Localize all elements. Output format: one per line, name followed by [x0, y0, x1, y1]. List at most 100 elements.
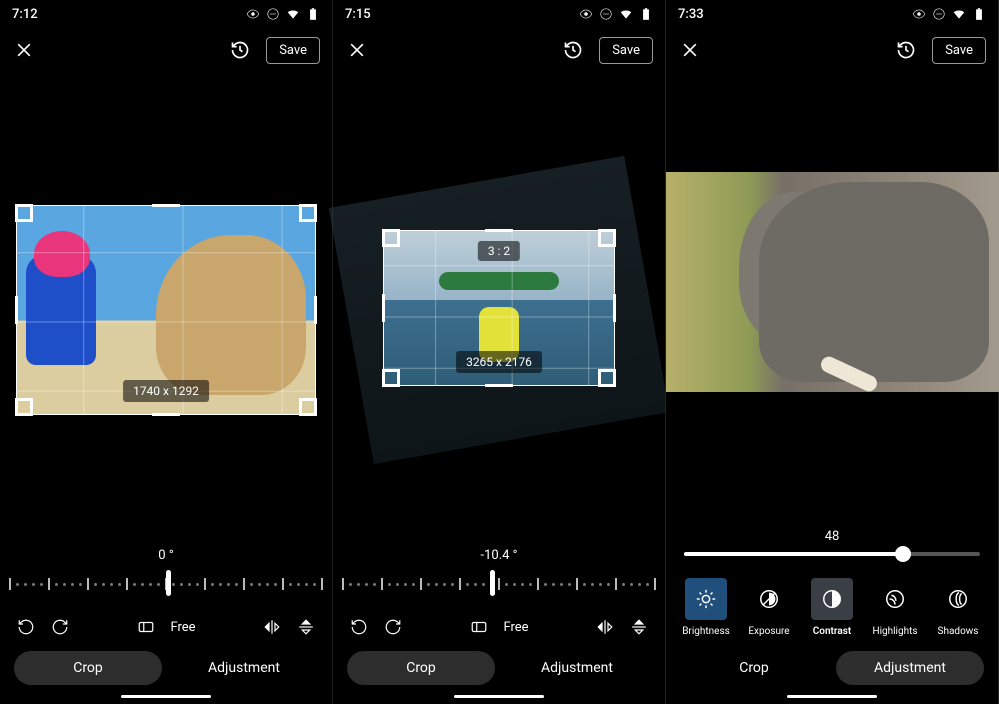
chip-label: Highlights [872, 626, 917, 637]
chip-label: Shadows [938, 626, 979, 637]
rotate-cw-button[interactable] [383, 617, 403, 637]
flip-h-icon [263, 618, 281, 636]
close-icon [347, 40, 367, 60]
mode-tabs: Crop Adjustment [0, 641, 332, 691]
home-indicator [787, 695, 877, 698]
chip-label: Brightness [682, 626, 730, 637]
aspect-ratio-button[interactable] [136, 617, 156, 637]
flip-horizontal-button[interactable] [262, 617, 282, 637]
chip-brightness[interactable]: Brightness [676, 578, 736, 637]
crop-handle-tr[interactable] [299, 204, 317, 222]
rotation-ruler[interactable] [14, 567, 318, 601]
crop-handle-br[interactable] [299, 398, 317, 416]
rotation-value: -10.4 ° [347, 548, 651, 563]
wifi-icon [619, 7, 633, 21]
crop-handle-left[interactable] [382, 294, 385, 322]
crop-handle-right[interactable] [613, 294, 616, 322]
chip-shadows[interactable]: Shadows [928, 578, 988, 637]
chip-highlights[interactable]: Highlights [865, 578, 925, 637]
history-icon [230, 40, 250, 60]
slider-fill [684, 552, 903, 556]
editor-header: Save [333, 28, 665, 72]
home-indicator [454, 695, 544, 698]
rotate-ccw-icon [17, 618, 35, 636]
dnd-icon [932, 7, 946, 21]
close-button[interactable] [678, 38, 702, 62]
tab-adjustment[interactable]: Adjustment [170, 651, 318, 685]
flip-v-icon [297, 618, 315, 636]
rotate-ccw-button[interactable] [349, 617, 369, 637]
home-indicator [121, 695, 211, 698]
crop-handle-bl[interactable] [382, 369, 400, 387]
crop-handle-left[interactable] [15, 296, 18, 324]
flip-vertical-button[interactable] [296, 617, 316, 637]
rotate-cw-button[interactable] [50, 617, 70, 637]
editor-canvas[interactable]: 1740 x 1292 [0, 72, 332, 548]
save-button[interactable]: Save [266, 37, 320, 64]
rotation-ruler[interactable] [347, 567, 651, 601]
eye-icon [246, 7, 260, 21]
save-button[interactable]: Save [599, 37, 653, 64]
rotate-ccw-icon [350, 618, 368, 636]
tab-crop[interactable]: Crop [347, 651, 495, 685]
crop-handle-br[interactable] [598, 369, 616, 387]
tab-crop[interactable]: Crop [680, 651, 828, 685]
rotation-control: -10.4 ° [333, 548, 665, 609]
status-icons [579, 7, 653, 21]
close-button[interactable] [12, 38, 36, 62]
adjustment-slider-block: 48 [666, 529, 998, 578]
undo-history-button[interactable] [561, 38, 585, 62]
aspect-icon [470, 618, 488, 636]
status-bar: 7:15 [333, 0, 665, 28]
close-icon [14, 40, 34, 60]
crop-handle-bottom[interactable] [152, 413, 180, 416]
wifi-icon [952, 7, 966, 21]
crop-box[interactable]: 1740 x 1292 [16, 205, 316, 415]
mode-tabs: Crop Adjustment [666, 641, 998, 691]
rotation-control: 0 ° [0, 548, 332, 609]
save-button[interactable]: Save [932, 37, 986, 64]
battery-icon [972, 7, 986, 21]
crop-handle-bottom[interactable] [485, 384, 513, 387]
screen-crop-free: 7:12 Save [0, 0, 333, 704]
tab-adjustment[interactable]: Adjustment [836, 651, 984, 685]
rotate-cw-icon [51, 618, 69, 636]
crop-handle-tr[interactable] [598, 229, 616, 247]
brightness-icon [695, 588, 717, 610]
crop-handle-top[interactable] [485, 229, 513, 232]
tab-adjustment[interactable]: Adjustment [503, 651, 651, 685]
battery-icon [639, 7, 653, 21]
flip-vertical-button[interactable] [629, 617, 649, 637]
highlights-icon [884, 588, 906, 610]
slider-knob[interactable] [895, 546, 911, 562]
editor-canvas[interactable] [666, 72, 998, 529]
rotation-knob[interactable] [490, 570, 495, 596]
close-button[interactable] [345, 38, 369, 62]
tab-crop[interactable]: Crop [14, 651, 162, 685]
history-icon [896, 40, 916, 60]
chip-contrast[interactable]: Contrast [802, 578, 862, 637]
rotate-ccw-button[interactable] [16, 617, 36, 637]
crop-handle-bl[interactable] [15, 398, 33, 416]
flip-horizontal-button[interactable] [595, 617, 615, 637]
rotation-knob[interactable] [166, 570, 171, 596]
aspect-icon [137, 618, 155, 636]
eye-icon [579, 7, 593, 21]
crop-handle-tl[interactable] [382, 229, 400, 247]
crop-handle-tl[interactable] [15, 204, 33, 222]
undo-history-button[interactable] [228, 38, 252, 62]
aspect-ratio-button[interactable] [469, 617, 489, 637]
editor-header: Save [666, 28, 998, 72]
chip-exposure[interactable]: Exposure [739, 578, 799, 637]
crop-handle-right[interactable] [314, 296, 317, 324]
crop-handle-top[interactable] [152, 204, 180, 207]
editor-canvas[interactable]: 3 : 2 3265 x 2176 [333, 72, 665, 548]
screen-crop-rotated: 7:15 Save [333, 0, 666, 704]
undo-history-button[interactable] [894, 38, 918, 62]
status-time: 7:33 [678, 7, 704, 22]
crop-box[interactable]: 3 : 2 3265 x 2176 [383, 230, 615, 386]
adjustment-slider[interactable] [684, 552, 980, 556]
mode-tabs: Crop Adjustment [333, 641, 665, 691]
rotate-cw-icon [384, 618, 402, 636]
flip-v-icon [630, 618, 648, 636]
